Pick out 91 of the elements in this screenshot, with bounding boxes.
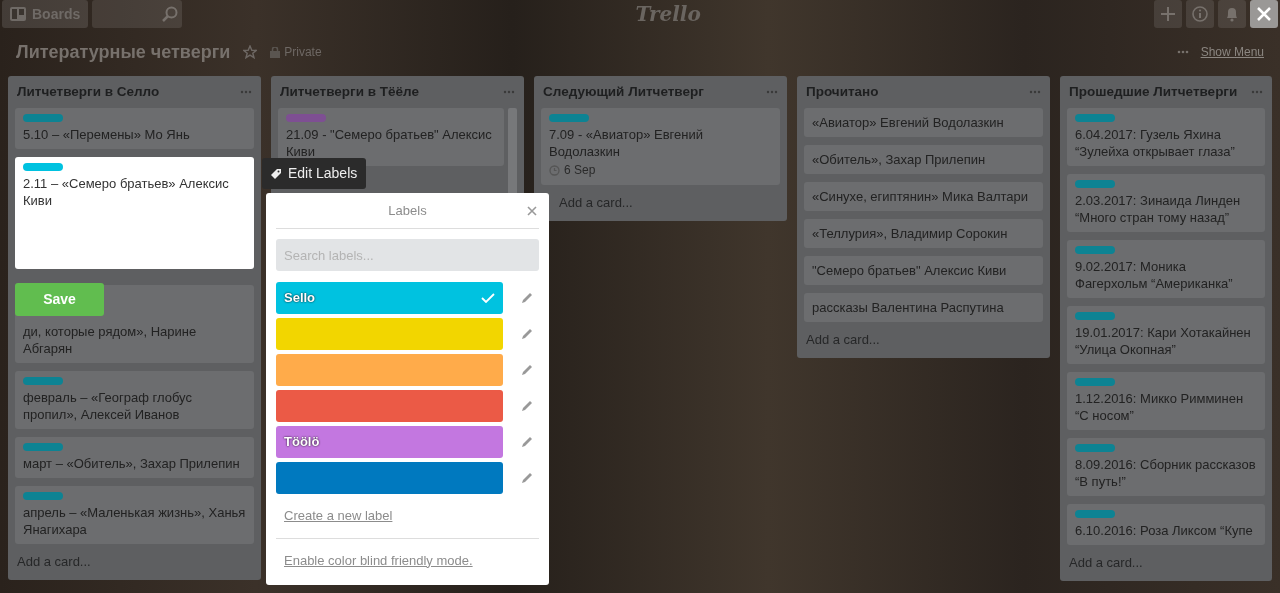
- edit-labels-button[interactable]: Edit Labels: [262, 158, 367, 189]
- card-text: 8.09.2016: Сборник рассказов “В путь!”: [1075, 456, 1257, 490]
- card-text: 1.12.2016: Микко Римминен “С носом”: [1075, 390, 1245, 424]
- show-menu-link[interactable]: Show Menu: [1200, 43, 1264, 61]
- visibility-label[interactable]: Private: [284, 43, 322, 61]
- color-blind-mode-link[interactable]: Enable color blind friendly mode.: [284, 550, 473, 570]
- add-card-link[interactable]: Add a card...: [15, 544, 93, 580]
- list-menu-icon[interactable]: [240, 90, 252, 94]
- bell-icon: [1225, 6, 1239, 22]
- card-text: «Синухе, египтянин» Мика Валтари: [812, 188, 1030, 205]
- pencil-icon: [521, 328, 533, 340]
- card-text: 6.04.2017: Гузель Яхина “Зулейха открывает глаза”: [1075, 126, 1236, 160]
- pencil-icon: [521, 400, 533, 412]
- popup-title: Labels: [388, 201, 427, 220]
- list-card[interactable]: 5.10 – «Перемены» Мо Янь: [15, 108, 254, 149]
- plus-icon: [1161, 7, 1175, 21]
- star-icon: [243, 45, 258, 59]
- add-card-link[interactable]: Add a card...: [804, 322, 882, 358]
- info-button[interactable]: [1186, 0, 1214, 28]
- list-title: Литчетверги в Селло: [17, 82, 160, 101]
- card-text: февраль – «Географ глобус пропил», Алексей Иванов: [23, 389, 193, 423]
- list-card[interactable]: 1.12.2016: Микко Римминен “С носом”: [1067, 372, 1265, 430]
- list-card[interactable]: апрель – «Маленькая жизнь», Ханья Янагихара: [15, 486, 254, 544]
- card-text: март – «Обитель», Захар Прилепин: [23, 455, 241, 472]
- board-icon: [10, 7, 26, 21]
- card-text: "Семеро братьев" Алексис Киви: [812, 262, 1008, 279]
- check-icon: [481, 293, 495, 303]
- info-icon: [1192, 6, 1208, 22]
- list-menu-icon[interactable]: [503, 90, 515, 94]
- lock-icon: [270, 46, 281, 58]
- ellipsis-icon: [1176, 50, 1189, 54]
- clock-icon: [549, 165, 560, 176]
- card-text: «Теллурия», Владимир Сорокин: [812, 225, 1009, 242]
- pencil-icon: [521, 436, 533, 448]
- list-card[interactable]: 7.09 - «Авиатор» Евгений Водолазкин 6 Sep: [541, 108, 780, 185]
- card-text: рассказы Валентина Распутина: [812, 299, 1005, 316]
- list-title: Прочитано: [806, 82, 879, 101]
- list-card[interactable]: 8.09.2016: Сборник рассказов “В путь!”: [1067, 438, 1265, 496]
- card-text: 9.02.2017: Моника Фагерхольм “Американка”: [1075, 258, 1234, 292]
- list-card[interactable]: «Теллурия», Владимир Сорокин: [804, 219, 1043, 248]
- board-title[interactable]: Литературные четверги: [16, 38, 231, 66]
- card-text: «Авиатор» Евгений Водолазкин: [812, 114, 1005, 131]
- card-text: ди, которые рядом», Нарине Абгарян: [23, 323, 198, 357]
- list-card[interactable]: март – «Обитель», Захар Прилепин: [15, 437, 254, 478]
- list-card[interactable]: 2.03.2017: Зинаида Линден “Много стран тому назад”: [1067, 174, 1265, 232]
- tag-icon: [270, 167, 282, 180]
- list-menu-icon[interactable]: [1251, 90, 1263, 94]
- card-text: 2.11 – «Семеро братьев» Алексис Киви: [23, 175, 230, 209]
- list-card[interactable]: "Семеро братьев" Алексис Киви: [804, 256, 1043, 285]
- card-text: «Обитель», Захар Прилепин: [812, 151, 987, 168]
- close-icon: [1256, 6, 1272, 22]
- list-card[interactable]: февраль – «Географ глобус пропил», Алексей Иванов: [15, 371, 254, 429]
- create-label-link[interactable]: Create a new label: [284, 506, 393, 526]
- add-card-link[interactable]: Add a card...: [557, 185, 635, 221]
- close-button[interactable]: [1250, 0, 1278, 28]
- close-icon: [527, 206, 537, 217]
- logo[interactable]: Trello: [635, 0, 701, 29]
- card-text: 2.03.2017: Зинаида Линден “Много стран тому назад”: [1075, 192, 1242, 226]
- card-text: 5.10 – «Перемены» Мо Янь: [23, 126, 191, 143]
- list-menu-icon[interactable]: [766, 90, 778, 94]
- card-edit-field[interactable]: 2.11 – «Семеро братьев» Алексис Киви: [15, 157, 254, 269]
- card-text: 7.09 - «Авиатор» Евгений Водолазкин: [549, 126, 704, 160]
- list-card[interactable]: «Обитель», Захар Прилепин: [804, 145, 1043, 174]
- card-text: апрель – «Маленькая жизнь», Ханья Янагихара: [23, 504, 246, 538]
- list-title: Литчетверги в Тёёле: [280, 82, 419, 101]
- notifications-button[interactable]: [1218, 0, 1246, 28]
- pencil-icon: [521, 292, 533, 304]
- pencil-icon: [521, 364, 533, 376]
- pencil-icon: [521, 472, 533, 484]
- card-text: 6.10.2016: Роза Ликсом “Купе: [1075, 522, 1254, 539]
- list-card[interactable]: «Синухе, египтянин» Мика Валтари: [804, 182, 1043, 211]
- card-text: 19.01.2017: Кари Хотакайнен “Улица Окопная”: [1075, 324, 1252, 358]
- list-card[interactable]: 6.04.2017: Гузель Яхина “Зулейха открывает глаза”: [1067, 108, 1265, 166]
- list-card[interactable]: 21.09 - "Семеро братьев" Алексис Киви: [278, 108, 505, 166]
- list-card[interactable]: 9.02.2017: Моника Фагерхольм “Американка”: [1067, 240, 1265, 298]
- list-card[interactable]: 19.01.2017: Кари Хотакайнен “Улица Окопная”: [1067, 306, 1265, 364]
- due-date: 6 Sep: [564, 162, 596, 179]
- list-title: Следующий Литчетверг: [543, 82, 704, 101]
- save-button[interactable]: Save: [15, 283, 104, 316]
- add-button[interactable]: [1154, 0, 1182, 28]
- search-icon: [162, 6, 179, 22]
- list-card[interactable]: 6.10.2016: Роза Ликсом “Купе: [1067, 504, 1265, 545]
- label-option[interactable]: Töölö: [276, 426, 503, 458]
- search-field[interactable]: [92, 0, 183, 28]
- list-card[interactable]: «Авиатор» Евгений Водолазкин: [804, 108, 1043, 137]
- list-card[interactable]: рассказы Валентина Распутина: [804, 293, 1043, 322]
- list-title: Прошедшие Литчетверги: [1069, 82, 1238, 101]
- label-option[interactable]: Sello: [276, 282, 503, 314]
- list-menu-icon[interactable]: [1029, 90, 1041, 94]
- card-text: 21.09 - "Семеро братьев" Алексис Киви: [286, 126, 493, 160]
- add-card-link[interactable]: Add a card...: [1067, 545, 1145, 581]
